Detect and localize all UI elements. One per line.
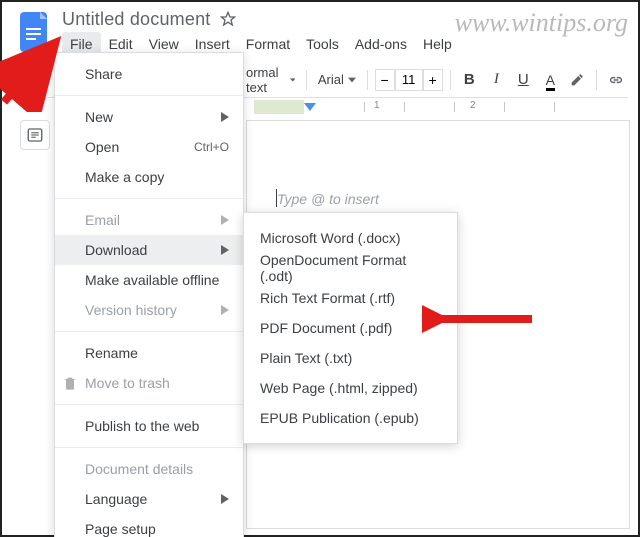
insert-link-button[interactable] xyxy=(604,67,628,93)
ruler-number: 2 xyxy=(470,100,476,111)
text-color-button[interactable]: A xyxy=(538,67,562,93)
submenu-caret-icon xyxy=(221,302,229,318)
menu-language[interactable]: Language xyxy=(55,484,243,514)
download-html[interactable]: Web Page (.html, zipped) xyxy=(244,373,457,403)
download-epub[interactable]: EPUB Publication (.epub) xyxy=(244,403,457,433)
toolbar-separator xyxy=(367,70,368,90)
star-icon[interactable] xyxy=(220,11,236,27)
toolbar-separator xyxy=(306,70,307,90)
font-size-increase[interactable]: + xyxy=(423,69,443,91)
menu-version-history[interactable]: Version history xyxy=(55,295,243,325)
font-size-decrease[interactable]: − xyxy=(375,69,395,91)
download-pdf[interactable]: PDF Document (.pdf) xyxy=(244,313,457,343)
submenu-caret-icon xyxy=(221,491,229,507)
document-title[interactable]: Untitled document xyxy=(62,9,210,30)
caret-down-icon xyxy=(348,76,356,84)
outline-toggle-button[interactable] xyxy=(20,120,50,150)
menu-rename[interactable]: Rename xyxy=(55,338,243,368)
submenu-caret-icon xyxy=(221,212,229,228)
menu-format[interactable]: Format xyxy=(238,32,298,56)
font-size-stepper: − 11 + xyxy=(375,69,443,91)
page-placeholder: Type @ to insert xyxy=(277,191,379,207)
italic-button[interactable]: I xyxy=(484,67,508,93)
menu-share[interactable]: Share xyxy=(55,59,243,89)
menu-page-setup[interactable]: Page setup xyxy=(55,514,243,537)
download-submenu: Microsoft Word (.docx) OpenDocument Form… xyxy=(243,212,458,444)
text-color-icon: A xyxy=(546,72,555,88)
menu-publish[interactable]: Publish to the web xyxy=(55,411,243,441)
menu-move-trash[interactable]: Move to trash xyxy=(55,368,243,398)
docs-logo[interactable] xyxy=(16,10,52,54)
download-rtf[interactable]: Rich Text Format (.rtf) xyxy=(244,283,457,313)
menu-email[interactable]: Email xyxy=(55,205,243,235)
shortcut-label: Ctrl+O xyxy=(194,140,229,154)
menu-document-details[interactable]: Document details xyxy=(55,454,243,484)
font-family-select[interactable]: Arial xyxy=(314,67,360,93)
trash-icon xyxy=(62,375,78,391)
menu-tools[interactable]: Tools xyxy=(298,32,347,56)
download-docx[interactable]: Microsoft Word (.docx) xyxy=(244,223,457,253)
menu-addons[interactable]: Add-ons xyxy=(347,32,415,56)
indent-marker-icon[interactable] xyxy=(304,98,316,106)
submenu-caret-icon xyxy=(221,242,229,258)
menu-open[interactable]: OpenCtrl+O xyxy=(55,132,243,162)
outline-icon xyxy=(26,126,44,144)
underline-button[interactable]: U xyxy=(511,67,535,93)
download-txt[interactable]: Plain Text (.txt) xyxy=(244,343,457,373)
menu-new[interactable]: New xyxy=(55,102,243,132)
toolbar-separator xyxy=(450,70,451,90)
horizontal-ruler[interactable]: 1 2 xyxy=(254,98,628,116)
submenu-caret-icon xyxy=(221,109,229,125)
font-family-label: Arial xyxy=(318,72,344,87)
toolbar-separator xyxy=(596,70,597,90)
bold-button[interactable]: B xyxy=(457,67,481,93)
highlighter-icon xyxy=(569,72,585,88)
download-odt[interactable]: OpenDocument Format (.odt) xyxy=(244,253,457,283)
paragraph-style-label: ormal text xyxy=(246,65,286,95)
menu-make-offline[interactable]: Make available offline xyxy=(55,265,243,295)
menu-download[interactable]: Download xyxy=(55,235,243,265)
caret-down-icon xyxy=(290,76,296,84)
menu-help[interactable]: Help xyxy=(415,32,460,56)
link-icon xyxy=(607,71,625,89)
highlight-color-button[interactable] xyxy=(565,67,589,93)
ruler-number: 1 xyxy=(374,100,380,111)
font-size-value[interactable]: 11 xyxy=(395,69,423,91)
file-menu-dropdown: Share New OpenCtrl+O Make a copy Email D… xyxy=(54,52,244,537)
menu-make-copy[interactable]: Make a copy xyxy=(55,162,243,192)
paragraph-style-select[interactable]: ormal text xyxy=(242,67,299,93)
